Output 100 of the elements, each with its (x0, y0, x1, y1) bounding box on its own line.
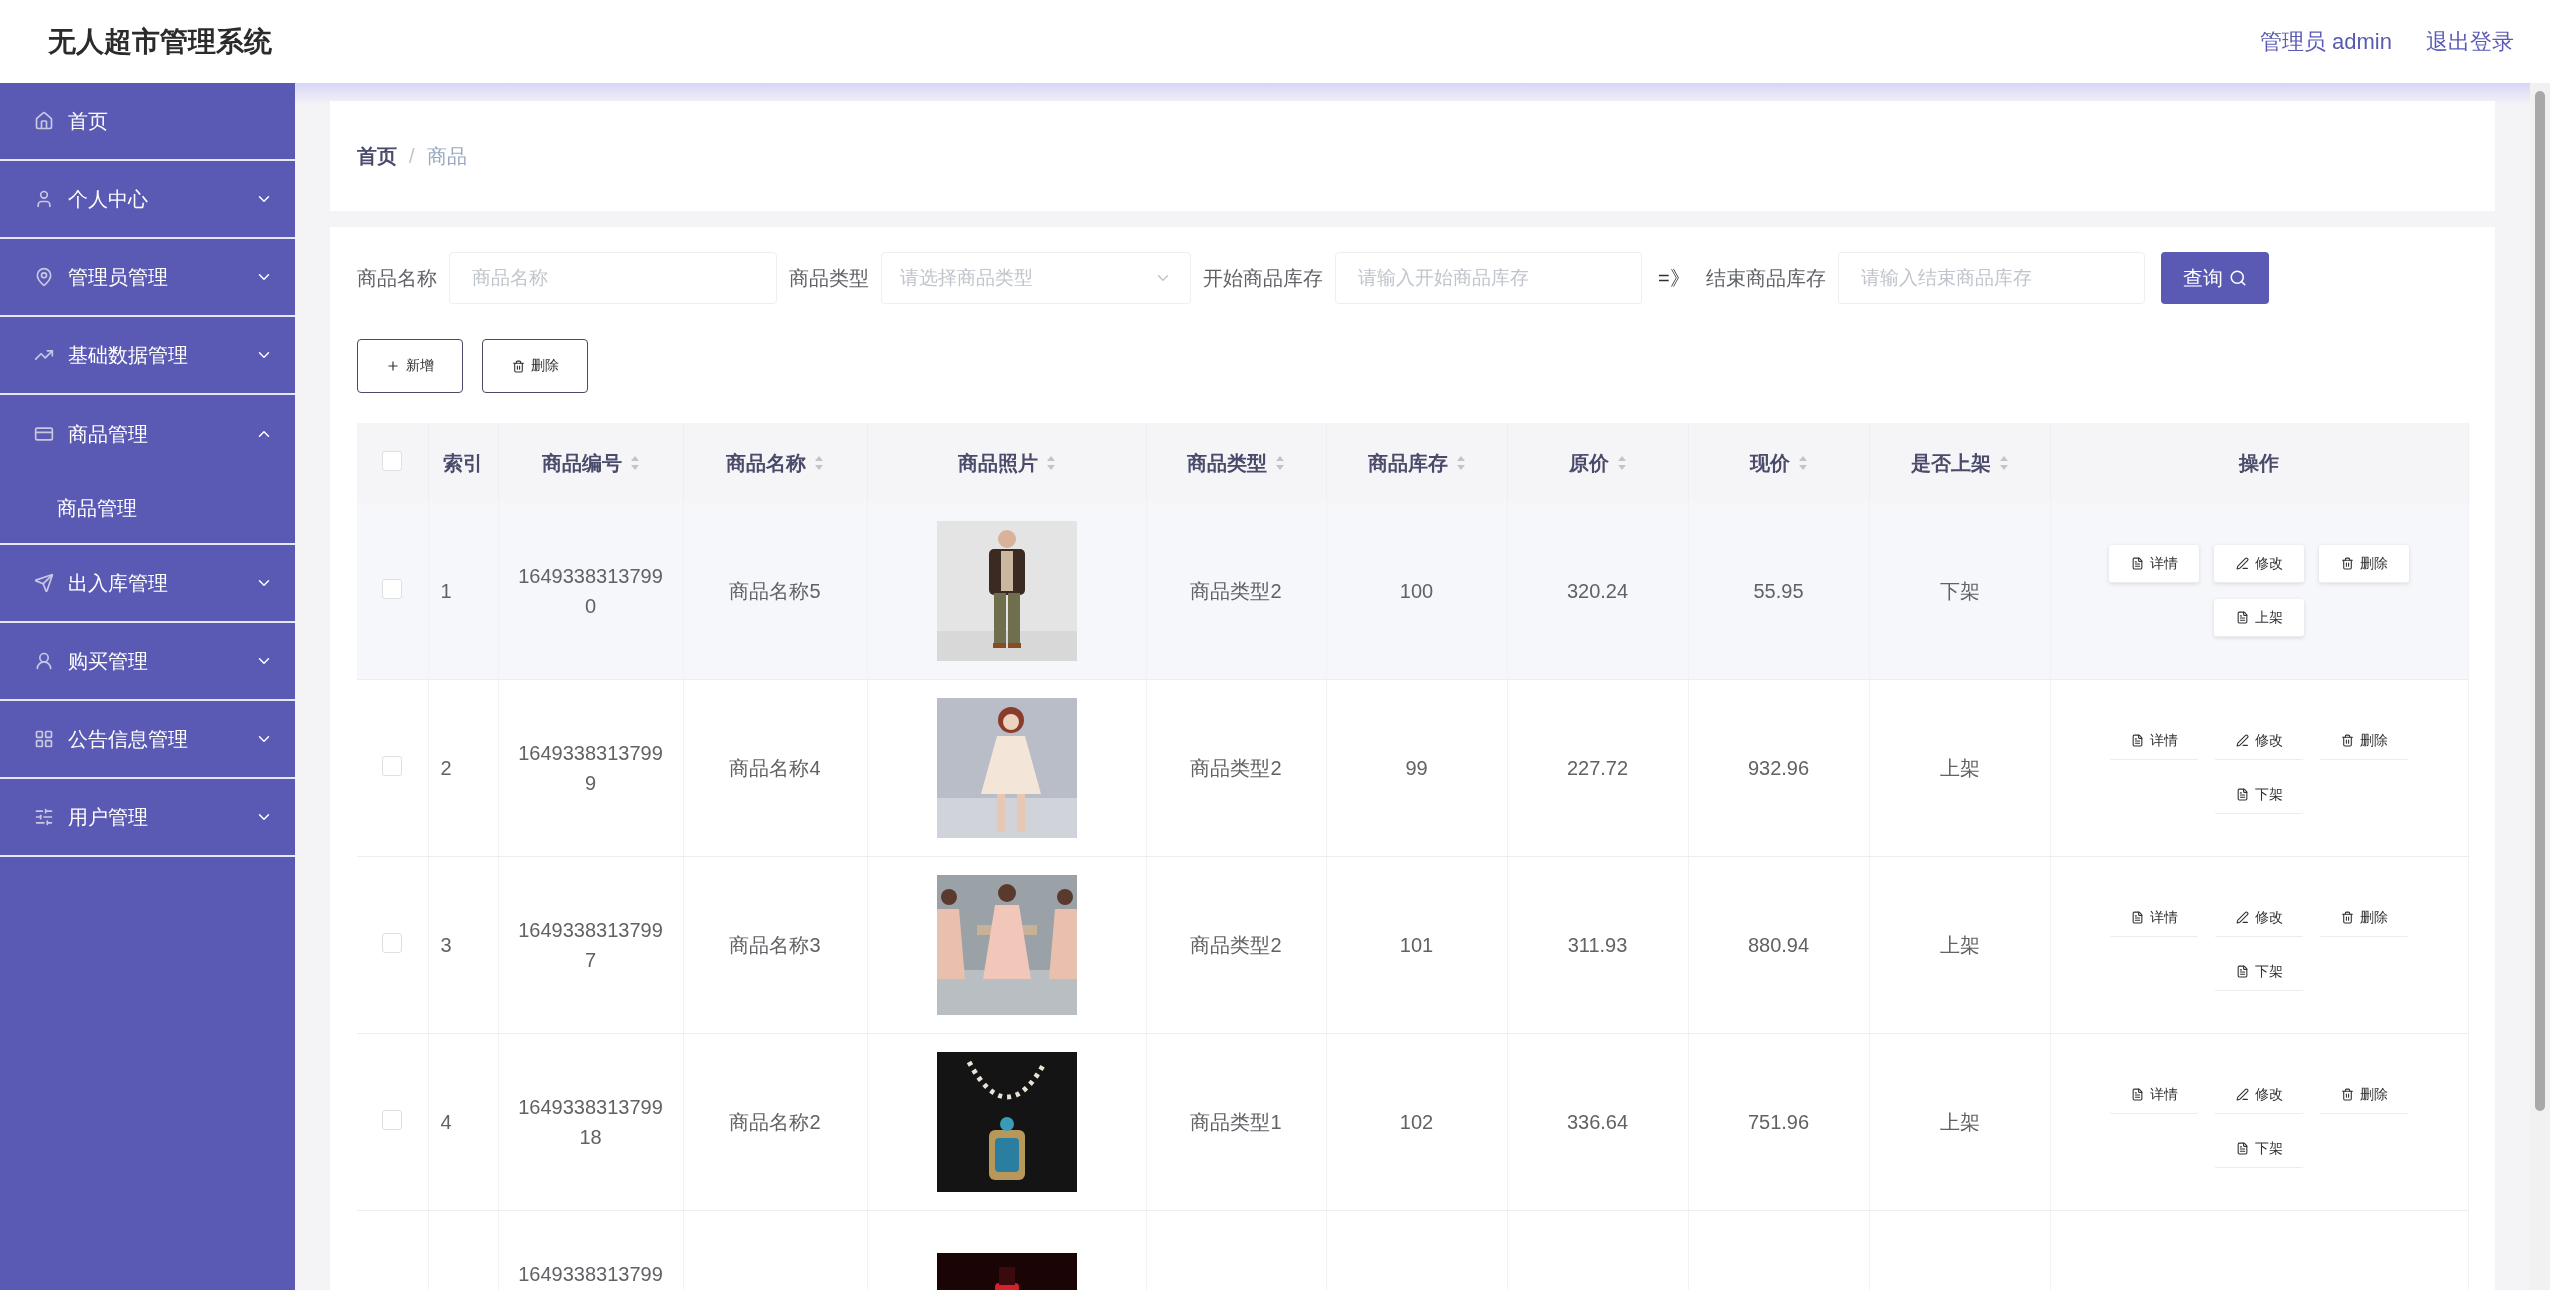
column-header[interactable]: 商品类型 (1146, 423, 1326, 503)
search-icon (2228, 269, 2247, 287)
sidebar-item[interactable]: 商品管理 (0, 395, 295, 473)
column-header[interactable]: 原价 (1507, 423, 1688, 503)
edit-button[interactable]: 修改 (2214, 545, 2304, 583)
table-cell: 商品名称2 (729, 1110, 821, 1133)
table-cell-text: 16493383137999 (517, 741, 664, 796)
document-icon (2235, 611, 2249, 624)
table-cell: 2 (440, 756, 452, 779)
card-icon (34, 424, 54, 444)
user-icon (34, 651, 54, 671)
column-title: 操作 (2239, 450, 2279, 476)
field-label: 商品名称 (357, 265, 437, 291)
column-title: 商品编号 (541, 450, 622, 476)
column-title: 是否上架 (1910, 450, 1991, 476)
table-cell: 商品名称5 (729, 579, 821, 602)
table-cell: 商品名称4 (729, 756, 821, 779)
user-link[interactable]: 管理员 admin (2259, 26, 2392, 57)
checkbox[interactable] (382, 755, 403, 776)
home-icon (34, 111, 54, 131)
document-icon (2235, 1142, 2249, 1155)
column-title: 现价 (1749, 450, 1790, 476)
checkbox[interactable] (382, 450, 403, 471)
table-cell: 3 (440, 933, 452, 956)
column-title: 商品库存 (1367, 450, 1448, 476)
table-cell: 100 (1399, 579, 1434, 602)
column-title: 商品类型 (1187, 450, 1267, 476)
breadcrumb-link[interactable]: 首页 (357, 142, 397, 170)
logout-link[interactable]: 退出登录 (2426, 26, 2514, 57)
table-cell-text: 16493383137990 (517, 564, 664, 619)
trash-icon (2340, 557, 2354, 570)
input-field[interactable]: 商品名称 (449, 252, 777, 304)
delete-button[interactable]: 删除 (2319, 545, 2409, 583)
table-cell: 55.95 (1753, 579, 1804, 602)
checkbox[interactable] (382, 1109, 403, 1130)
column-title: 商品照片 (957, 450, 1038, 476)
delete-button[interactable]: 删除 (482, 339, 588, 393)
trash-icon (2340, 734, 2354, 747)
grid-icon (34, 729, 54, 749)
table-cell: 932.96 (1747, 756, 1810, 779)
add-button[interactable]: 新增 (357, 339, 463, 393)
details-button[interactable]: 详情 (2109, 545, 2199, 583)
table-cell: 上架 (1939, 1110, 1980, 1133)
checkbox[interactable] (382, 578, 403, 599)
table-cell: 上架 (1939, 756, 1980, 779)
document-icon (2130, 557, 2144, 570)
pen-icon (2235, 1088, 2249, 1101)
scrollbar[interactable] (2530, 83, 2550, 1290)
table-cell: 336.64 (1566, 1110, 1629, 1133)
sort-icon[interactable] (814, 455, 824, 471)
table-cell: 商品名称3 (729, 933, 821, 956)
document-icon (2235, 788, 2249, 801)
sort-icon[interactable] (1455, 455, 1466, 471)
table-cell: 311.93 (1567, 933, 1628, 956)
sort-icon[interactable] (629, 455, 640, 471)
column-header[interactable]: 现价 (1688, 423, 1869, 503)
table-cell: 880.94 (1747, 933, 1810, 956)
table-cell-text: 164933831379918 (517, 1095, 664, 1150)
document-icon (2130, 911, 2144, 924)
field-label: 结束商品库存 (1705, 265, 1826, 291)
sliders-icon (34, 807, 54, 827)
sort-icon[interactable] (1797, 455, 1808, 471)
column-header[interactable]: 商品名称 (683, 423, 867, 503)
table-cell: 320.24 (1566, 579, 1629, 602)
map-pin-icon (34, 267, 54, 287)
table-cell: 商品类型2 (1190, 579, 1282, 602)
table-cell: 上架 (1939, 933, 1980, 956)
input-field[interactable]: 请输入结束商品库存 (1837, 252, 2145, 304)
column-header[interactable]: 商品库存 (1326, 423, 1507, 503)
trash-icon (2340, 911, 2354, 924)
column-title: 商品名称 (726, 450, 806, 476)
sort-icon[interactable] (1275, 455, 1285, 471)
table-cell-text: 1649338313799 (517, 1262, 664, 1287)
table-cell: 商品类型1 (1190, 1110, 1282, 1133)
column-header[interactable]: 商品照片 (867, 423, 1146, 503)
field-label: 开始商品库存 (1203, 265, 1323, 291)
table-cell: 商品类型2 (1190, 756, 1282, 779)
column-header[interactable]: 商品编号 (498, 423, 683, 503)
field-label: 商品类型 (789, 265, 869, 291)
checkbox[interactable] (382, 932, 403, 953)
search-button[interactable]: 查询 (2160, 252, 2269, 304)
table-cell: 1 (440, 579, 452, 602)
column-title: 原价 (1568, 450, 1609, 476)
table-cell: 101 (1399, 933, 1434, 956)
table-cell-text: 16493383137997 (517, 918, 664, 973)
column-header[interactable]: 是否上架 (1869, 423, 2050, 503)
scrollbar-thumb[interactable] (2535, 91, 2545, 1111)
breadcrumb-separator: / (409, 144, 415, 168)
pen-icon (2235, 734, 2249, 747)
sort-icon[interactable] (1998, 455, 2009, 471)
sort-icon[interactable] (1045, 455, 1056, 471)
table-cell: 99 (1405, 756, 1428, 779)
document-icon (2235, 965, 2249, 978)
sort-icon[interactable] (1616, 455, 1627, 471)
shelf-button[interactable]: 上架 (2214, 599, 2304, 637)
table-cell: 102 (1399, 1110, 1434, 1133)
table-cell: 下架 (1939, 579, 1980, 602)
range-separator: =》 (1658, 265, 1690, 291)
input-field[interactable]: 请输入开始商品库存 (1335, 252, 1642, 304)
sidebar-subitem[interactable]: 商品管理 (0, 473, 295, 543)
